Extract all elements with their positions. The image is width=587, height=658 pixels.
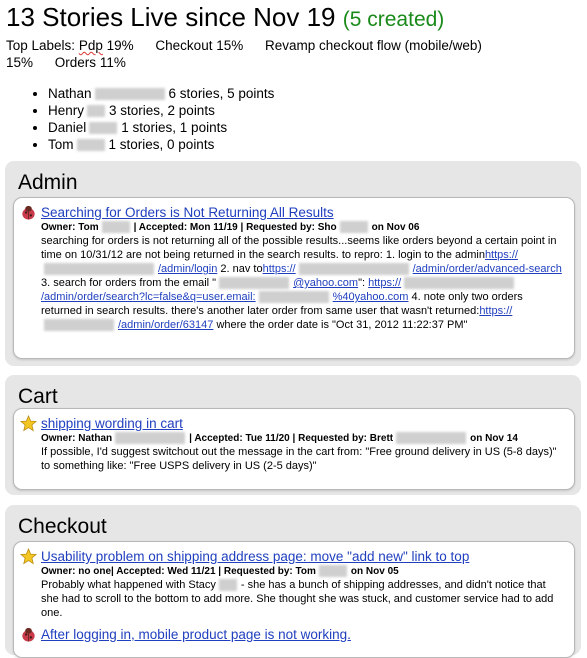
redacted xyxy=(258,291,329,304)
star-icon xyxy=(20,548,37,565)
bug-icon xyxy=(22,205,35,220)
redacted xyxy=(89,122,118,135)
story-description: Probably what happened with Stacy - she h… xyxy=(41,579,554,619)
email-link[interactable]: @yahoo.com xyxy=(216,277,358,290)
redacted xyxy=(219,277,290,290)
story-title-link[interactable]: Searching for Orders is Not Returning Al… xyxy=(41,204,334,221)
redacted xyxy=(318,565,347,578)
story-description: searching for orders is not returning al… xyxy=(41,235,562,332)
section-admin: Admin Searching for Orders is Not Return… xyxy=(5,161,581,366)
title-text: 13 Stories Live since Nov 19 xyxy=(6,2,336,32)
story: Searching for Orders is Not Returning Al… xyxy=(20,204,568,354)
redacted xyxy=(115,432,186,445)
section-title: Cart xyxy=(18,385,58,408)
story-title-link[interactable]: After logging in, mobile product page is… xyxy=(41,626,351,643)
label-revamp-pct: 15% xyxy=(6,55,34,70)
section-checkout: Checkout Usability problem on shipping a… xyxy=(5,505,581,658)
story: After logging in, mobile product page is… xyxy=(20,626,568,646)
section-cart: Cart shipping wording in cart Owner: Nat… xyxy=(5,375,581,495)
story-card: Searching for Orders is Not Returning Al… xyxy=(13,197,575,359)
story: Usability problem on shipping address pa… xyxy=(20,548,568,622)
redacted xyxy=(44,319,114,332)
section-title: Admin xyxy=(18,171,78,194)
redacted xyxy=(298,263,409,276)
section-title: Checkout xyxy=(18,515,107,538)
story-meta: Owner: Tom | Accepted: Mon 11/19 | Reques… xyxy=(41,221,420,234)
redacted xyxy=(94,88,165,101)
story-card: Usability problem on shipping address pa… xyxy=(13,541,575,658)
bug-icon xyxy=(22,627,35,642)
label-orders: Orders 11% xyxy=(54,55,126,70)
advanced-search-link[interactable]: https:///admin/order/advanced-search xyxy=(263,263,562,276)
story: shipping wording in cart Owner: Nathan | … xyxy=(20,415,568,485)
label-checkout: Checkout 15% xyxy=(155,38,244,53)
report-header: 13 Stories Live since Nov 19 (5 created)… xyxy=(6,0,584,153)
story-title-link[interactable]: shipping wording in cart xyxy=(41,415,183,432)
story-meta: Owner: Nathan | Accepted: Tue 11/20 | Req… xyxy=(41,432,518,445)
redacted xyxy=(396,432,467,445)
story-card: shipping wording in cart Owner: Nathan | … xyxy=(13,408,575,490)
top-labels-prefix: Top Labels: xyxy=(6,38,76,53)
story-meta: Owner: no one| Accepted: Wed 11/21 | Req… xyxy=(41,565,399,578)
page-title: 13 Stories Live since Nov 19 (5 created) xyxy=(6,2,584,35)
redacted xyxy=(87,105,106,118)
redacted xyxy=(404,277,515,290)
list-item: Daniel1 stories, 1 points xyxy=(48,119,584,136)
list-item: Nathan6 stories, 5 points xyxy=(48,85,584,102)
star-icon xyxy=(20,415,37,432)
label-revamp: Revamp checkout flow (mobile/web) xyxy=(265,38,482,53)
story-description: If possible, I'd suggest switchout out t… xyxy=(41,446,557,472)
redacted xyxy=(218,579,237,592)
top-labels: Top Labels: Pdp 19% Checkout 15% Revamp … xyxy=(6,37,584,71)
people-list: Nathan6 stories, 5 points Henry3 stories… xyxy=(6,85,584,153)
story-title-link[interactable]: Usability problem on shipping address pa… xyxy=(41,548,469,565)
redacted xyxy=(44,263,154,276)
redacted xyxy=(101,221,130,234)
redacted xyxy=(339,221,368,234)
created-count: (5 created) xyxy=(342,8,445,31)
redacted xyxy=(76,139,105,152)
list-item: Tom1 stories, 0 points xyxy=(48,136,584,153)
list-item: Henry3 stories, 2 points xyxy=(48,102,584,119)
label-pdp: Pdp 19% xyxy=(78,38,134,53)
